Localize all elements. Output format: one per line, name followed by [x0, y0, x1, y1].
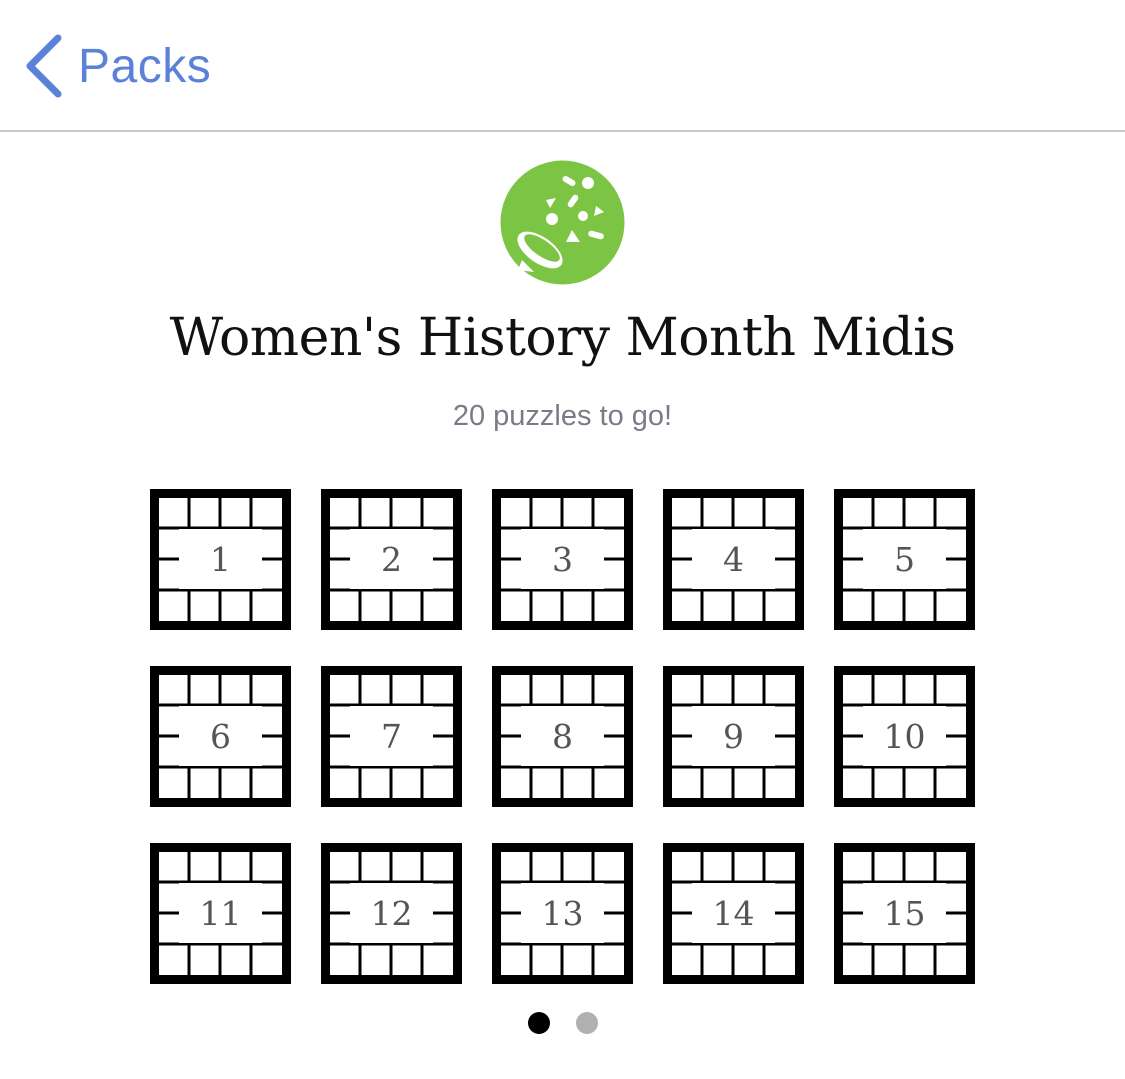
puzzle-number: 2: [381, 540, 402, 579]
puzzle-tile[interactable]: 10: [834, 666, 975, 807]
page-dot[interactable]: [575, 1012, 598, 1034]
puzzle-number: 14: [712, 894, 755, 933]
back-button-label: Packs: [78, 39, 212, 93]
puzzle-tile[interactable]: 1: [150, 489, 291, 630]
puzzle-number: 11: [199, 894, 242, 933]
puzzle-number: 3: [552, 540, 573, 579]
puzzle-number: 9: [723, 717, 744, 756]
puzzles-remaining-text: 20 puzzles to go!: [452, 400, 673, 432]
puzzle-tile[interactable]: 9: [663, 666, 804, 807]
puzzle-number: 15: [883, 894, 926, 933]
puzzle-number: 6: [210, 717, 231, 756]
puzzle-number: 1: [210, 540, 231, 579]
puzzle-number: 7: [381, 717, 402, 756]
navigation-bar: Packs: [0, 0, 1125, 132]
puzzle-tile[interactable]: 3: [492, 489, 633, 630]
puzzle-tile[interactable]: 8: [492, 666, 633, 807]
puzzle-tile[interactable]: 11: [150, 843, 291, 984]
page-dot-active[interactable]: [527, 1012, 550, 1034]
puzzle-tile[interactable]: 13: [492, 843, 633, 984]
puzzle-number: 10: [883, 717, 926, 756]
page-indicator: [0, 1012, 1125, 1034]
puzzle-number: 4: [723, 540, 744, 579]
puzzle-tile[interactable]: 12: [321, 843, 462, 984]
pack-title: Women's History Month Midis: [169, 308, 956, 368]
puzzle-tile[interactable]: 5: [834, 489, 975, 630]
back-button[interactable]: Packs: [24, 30, 211, 102]
puzzle-tile[interactable]: 4: [663, 489, 804, 630]
puzzle-tile[interactable]: 15: [834, 843, 975, 984]
puzzle-tile[interactable]: 14: [663, 843, 804, 984]
puzzle-number: 5: [894, 540, 915, 579]
puzzle-tile[interactable]: 7: [321, 666, 462, 807]
puzzle-tile[interactable]: 6: [150, 666, 291, 807]
puzzle-tile[interactable]: 2: [321, 489, 462, 630]
chevron-left-icon: [26, 34, 62, 98]
puzzle-number: 13: [541, 894, 584, 933]
puzzle-number: 8: [552, 717, 573, 756]
puzzle-number: 12: [370, 894, 413, 933]
party-popper-icon: [500, 160, 625, 285]
